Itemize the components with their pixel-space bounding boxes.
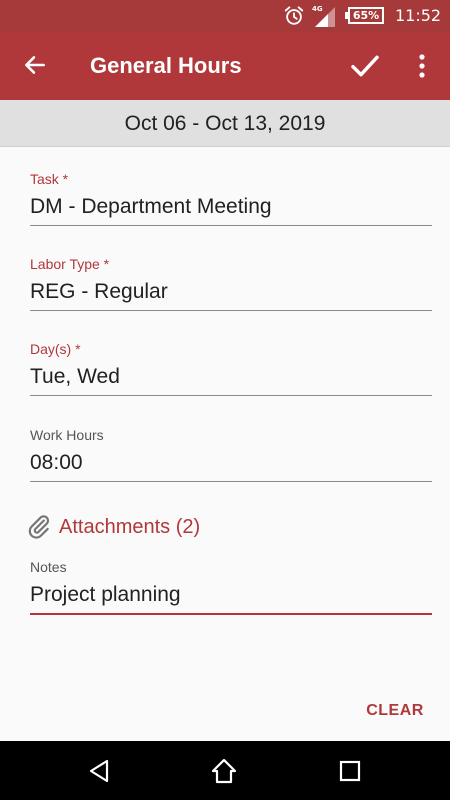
days-underline [30, 395, 432, 396]
notes-value[interactable]: Project planning [30, 582, 432, 608]
status-bar: 4G 65% 11:52 [0, 0, 450, 32]
paperclip-icon [28, 515, 50, 539]
nav-bar [0, 741, 450, 800]
attachments-label: Attachments (2) [59, 516, 201, 538]
nav-recents-icon[interactable] [337, 758, 363, 784]
signal-icon: 4G [312, 5, 335, 27]
labor-type-value[interactable]: REG - Regular [30, 279, 432, 305]
page-title: General Hours [90, 53, 242, 78]
days-label: Day(s) * [30, 341, 81, 357]
check-icon[interactable] [349, 50, 381, 82]
days-value[interactable]: Tue, Wed [30, 364, 432, 390]
notes-label: Notes [30, 559, 67, 575]
task-label: Task * [30, 171, 69, 187]
app-bar: General Hours [0, 32, 450, 100]
labor-type-label: Labor Type * [30, 256, 110, 272]
notes-underline [30, 613, 432, 615]
status-time: 11:52 [395, 6, 442, 25]
work-hours-value[interactable]: 08:00 [30, 450, 432, 476]
nav-home-icon[interactable] [209, 756, 239, 786]
task-underline [30, 225, 432, 226]
work-hours-field[interactable]: Work Hours 08:00 [30, 426, 432, 486]
labor-type-field[interactable]: Labor Type * REG - Regular [30, 255, 432, 315]
task-value[interactable]: DM - Department Meeting [30, 194, 432, 220]
work-hours-label: Work Hours [30, 427, 104, 443]
battery-icon: 65% [345, 7, 384, 24]
task-field[interactable]: Task * DM - Department Meeting [30, 170, 432, 230]
nav-back-icon[interactable] [86, 757, 114, 785]
attachments-button[interactable]: Attachments (2) [26, 512, 246, 542]
more-vert-icon[interactable] [411, 51, 433, 81]
date-range-header: Oct 06 - Oct 13, 2019 [0, 100, 450, 147]
clear-button[interactable]: CLEAR [362, 698, 428, 724]
work-hours-underline [30, 481, 432, 482]
alarm-icon [284, 6, 304, 25]
battery-level: 65% [352, 9, 380, 22]
back-arrow-icon[interactable] [22, 52, 48, 78]
date-range-text: Oct 06 - Oct 13, 2019 [124, 112, 326, 135]
notes-field[interactable]: Notes Project planning [30, 558, 432, 620]
days-field[interactable]: Day(s) * Tue, Wed [30, 340, 432, 400]
network-label: 4G [312, 5, 323, 13]
labor-type-underline [30, 310, 432, 311]
